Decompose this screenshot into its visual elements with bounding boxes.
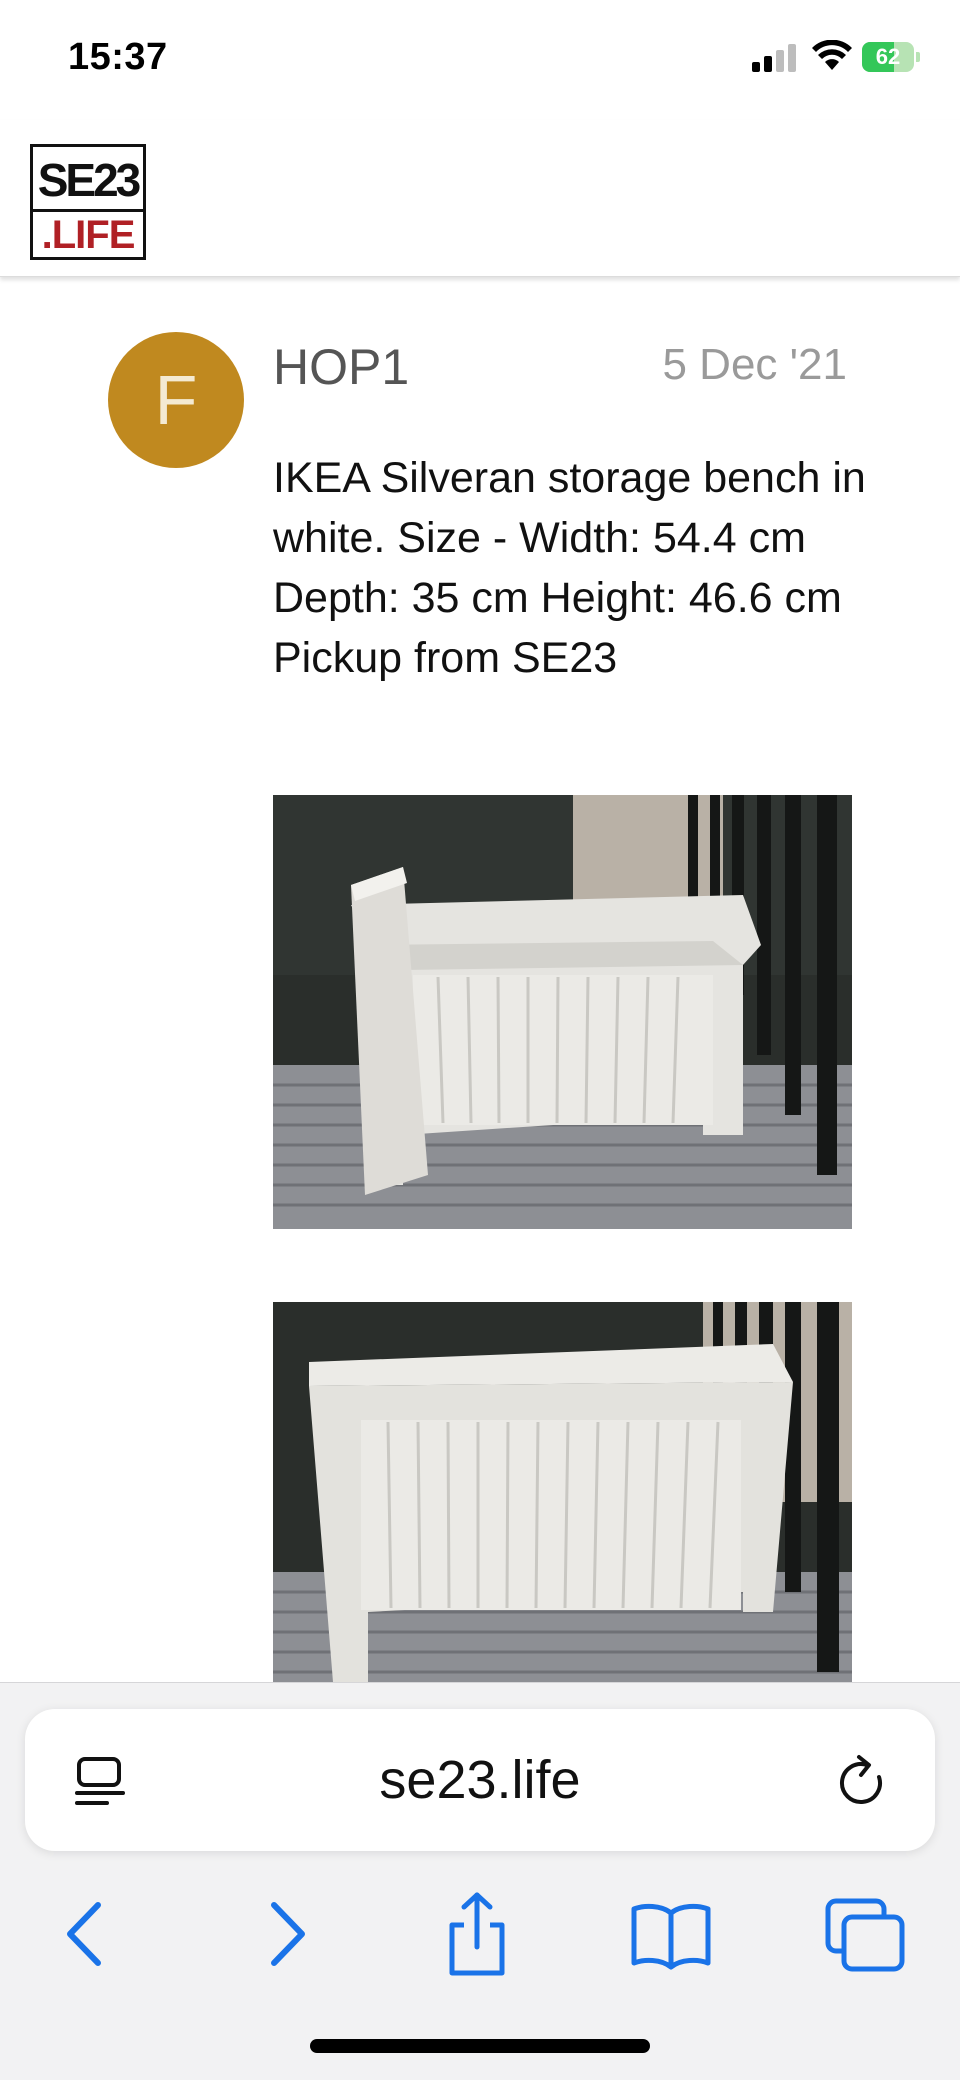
back-button[interactable] (40, 1889, 130, 1979)
cellular-signal-icon (752, 44, 796, 72)
avatar[interactable]: F (108, 332, 244, 468)
logo-top-text: SE23 (37, 154, 142, 206)
bookmarks-icon (631, 1903, 711, 1970)
status-time: 15:37 (68, 36, 168, 78)
status-bar: 15:37 62 (0, 0, 960, 120)
site-logo[interactable]: SE23 .LIFE (30, 144, 146, 260)
post-image-bench-closed[interactable] (273, 1302, 852, 1682)
share-button[interactable] (432, 1889, 522, 1979)
bookmarks-button[interactable] (626, 1889, 716, 1979)
post-date[interactable]: 5 Dec '21 (662, 340, 847, 390)
logo-bottom-text: .LIFE (41, 213, 136, 257)
tabs-icon (825, 1898, 905, 1972)
share-icon (449, 1892, 505, 1976)
tabs-button[interactable] (820, 1889, 910, 1979)
forward-button[interactable] (242, 1889, 332, 1979)
site-header: SE23 .LIFE (0, 120, 960, 277)
url-text[interactable]: se23.life (25, 1709, 935, 1851)
post-body: IKEA Silveran storage bench in white. Si… (273, 454, 866, 682)
forward-icon (271, 1902, 305, 1966)
battery-icon: 62 (862, 42, 920, 72)
reload-icon[interactable] (837, 1753, 891, 1811)
post-author[interactable]: HOP1 (273, 338, 409, 396)
back-icon (67, 1902, 101, 1966)
post-image-bench-open[interactable] (273, 795, 852, 1229)
wifi-icon (812, 40, 852, 70)
home-indicator (310, 2039, 650, 2053)
address-bar[interactable]: se23.life (25, 1709, 935, 1851)
battery-level: 62 (875, 44, 901, 69)
browser-toolbar: se23.life (0, 1682, 960, 2080)
